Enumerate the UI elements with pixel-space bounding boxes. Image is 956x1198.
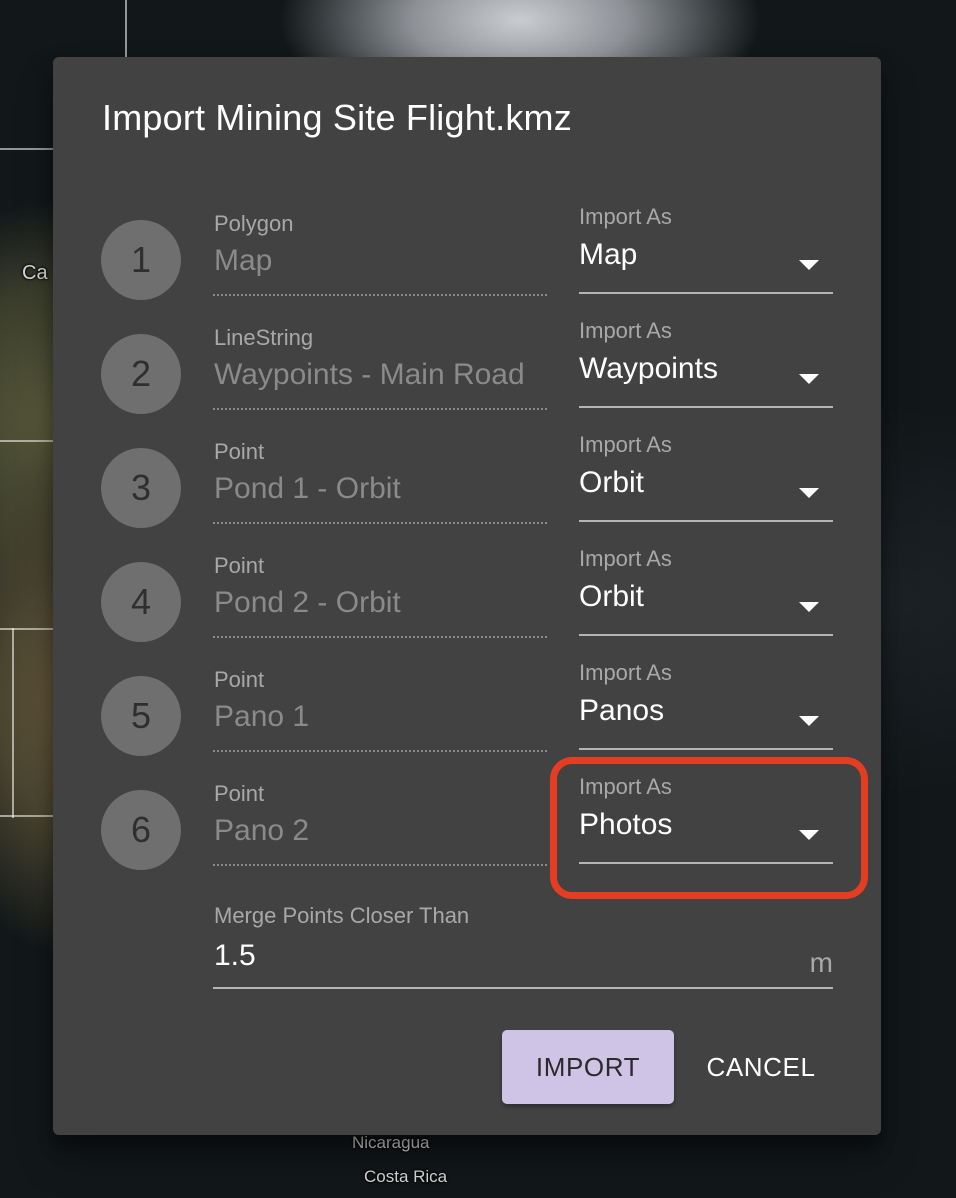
- feature-name-field: Polygon Map: [213, 190, 547, 300]
- feature-name-field: LineString Waypoints - Main Road: [213, 304, 547, 414]
- select-underline: [579, 748, 833, 750]
- import-as-value: Map: [579, 238, 638, 271]
- import-row: 2 LineString Waypoints - Main Road Impor…: [53, 304, 881, 414]
- import-as-select[interactable]: Import As Orbit: [579, 532, 833, 642]
- feature-name-field: Point Pond 2 - Orbit: [213, 532, 547, 642]
- disabled-underline: [213, 636, 547, 638]
- map-label-nicaragua: Nicaragua: [352, 1133, 430, 1152]
- feature-name-value: Map: [214, 244, 273, 277]
- import-as-select[interactable]: Import As Waypoints: [579, 304, 833, 414]
- import-as-label: Import As: [579, 660, 672, 685]
- map-label-costa-rica: Costa Rica: [364, 1167, 448, 1186]
- geometry-type-label: Point: [214, 781, 265, 806]
- step-number-badge: 2: [101, 334, 181, 414]
- step-number-badge: 3: [101, 448, 181, 528]
- import-row: 5 Point Pano 1 Import As Panos: [53, 646, 881, 756]
- dropdown-arrow-icon[interactable]: [799, 374, 819, 384]
- merge-distance-unit: m: [809, 947, 833, 978]
- step-number-badge: 4: [101, 562, 181, 642]
- disabled-underline: [213, 750, 547, 752]
- feature-name-value: Pond 1 - Orbit: [214, 472, 401, 505]
- import-as-label: Import As: [579, 204, 672, 229]
- disabled-underline: [213, 522, 547, 524]
- select-underline: [579, 634, 833, 636]
- feature-name-value: Waypoints - Main Road: [214, 358, 525, 391]
- import-row: 1 Polygon Map Import As Map: [53, 190, 881, 300]
- step-number-badge: 1: [101, 220, 181, 300]
- map-border-line: [0, 148, 53, 150]
- dropdown-arrow-icon[interactable]: [799, 260, 819, 270]
- geometry-type-label: Point: [214, 553, 265, 578]
- import-as-label: Import As: [579, 318, 672, 343]
- import-button[interactable]: IMPORT: [502, 1030, 674, 1104]
- merge-distance-input[interactable]: [214, 939, 774, 973]
- disabled-underline: [213, 408, 547, 410]
- import-row: 6 Point Pano 2 Import As Photos: [53, 760, 881, 870]
- import-row: 4 Point Pond 2 - Orbit Import As Orbit: [53, 532, 881, 642]
- dropdown-arrow-icon[interactable]: [799, 488, 819, 498]
- import-row: 3 Point Pond 1 - Orbit Import As Orbit: [53, 418, 881, 528]
- select-underline: [579, 862, 833, 864]
- import-as-label: Import As: [579, 774, 672, 799]
- geometry-type-label: Polygon: [214, 211, 294, 236]
- map-border-line: [0, 440, 53, 442]
- disabled-underline: [213, 864, 547, 866]
- import-as-value: Waypoints: [579, 352, 718, 385]
- import-as-value: Orbit: [579, 466, 645, 499]
- merge-input-underline: [213, 987, 833, 989]
- feature-name-field: Point Pano 2: [213, 760, 547, 870]
- import-as-select[interactable]: Import As Orbit: [579, 418, 833, 528]
- geometry-type-label: LineString: [214, 325, 314, 350]
- step-number-badge: 6: [101, 790, 181, 870]
- step-number-badge: 5: [101, 676, 181, 756]
- import-as-select[interactable]: Import As Photos: [579, 760, 833, 870]
- dropdown-arrow-icon[interactable]: [799, 716, 819, 726]
- geometry-type-label: Point: [214, 439, 265, 464]
- disabled-underline: [213, 294, 547, 296]
- import-dialog: Import Mining Site Flight.kmz 1 Polygon …: [53, 57, 881, 1135]
- select-underline: [579, 406, 833, 408]
- import-as-value: Panos: [579, 694, 665, 727]
- map-border-line: [0, 628, 53, 630]
- feature-name-value: Pano 2: [214, 814, 310, 847]
- feature-name-field: Point Pano 1: [213, 646, 547, 756]
- feature-name-value: Pond 2 - Orbit: [214, 586, 401, 619]
- cancel-button[interactable]: CANCEL: [693, 1030, 829, 1104]
- import-as-select[interactable]: Import As Map: [579, 190, 833, 300]
- import-as-value: Photos: [579, 808, 673, 841]
- import-as-label: Import As: [579, 546, 672, 571]
- merge-distance-label: Merge Points Closer Than: [214, 903, 470, 928]
- feature-name-value: Pano 1: [214, 700, 310, 733]
- dialog-title: Import Mining Site Flight.kmz: [102, 97, 572, 138]
- feature-name-field: Point Pond 1 - Orbit: [213, 418, 547, 528]
- dropdown-arrow-icon[interactable]: [799, 602, 819, 612]
- map-label-left-edge: Ca: [22, 262, 48, 284]
- map-border-line: [125, 0, 127, 60]
- merge-distance-field: Merge Points Closer Than m: [213, 897, 833, 992]
- import-as-value: Orbit: [579, 580, 645, 613]
- select-underline: [579, 292, 833, 294]
- import-as-select[interactable]: Import As Panos: [579, 646, 833, 756]
- import-as-label: Import As: [579, 432, 672, 457]
- dropdown-arrow-icon[interactable]: [799, 830, 819, 840]
- map-border-line: [12, 628, 14, 818]
- map-border-line: [0, 815, 53, 817]
- select-underline: [579, 520, 833, 522]
- geometry-type-label: Point: [214, 667, 265, 692]
